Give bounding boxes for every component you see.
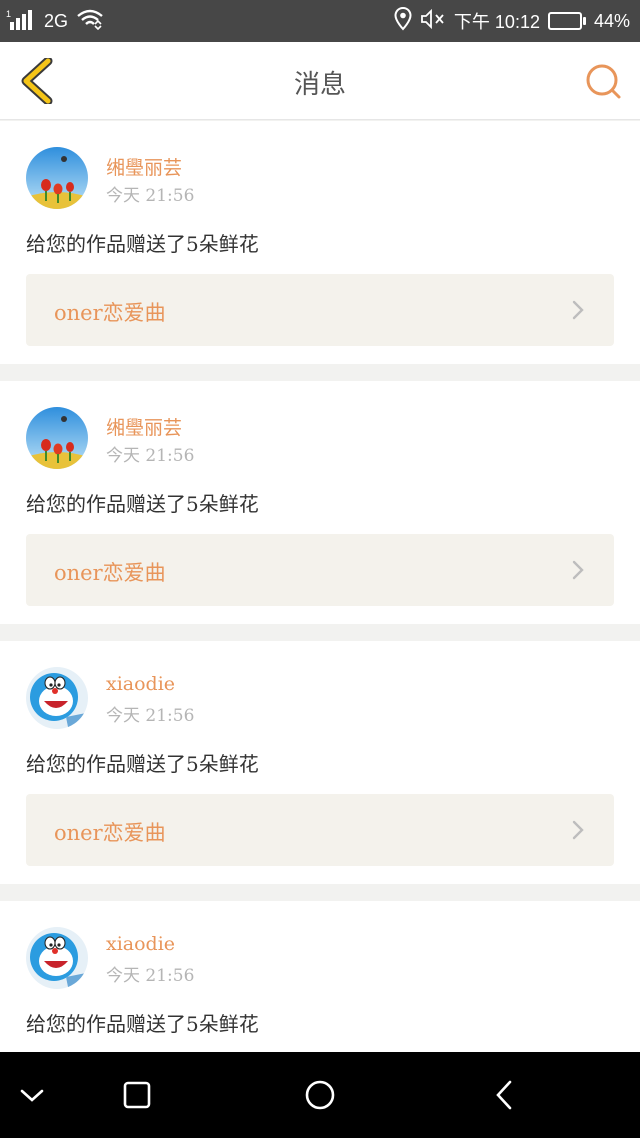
back-nav-button[interactable] <box>481 1072 527 1118</box>
recent-apps-button[interactable] <box>114 1072 160 1118</box>
sender-name[interactable]: xiaodie <box>106 673 175 695</box>
message-time: 今天 21:56 <box>106 966 195 986</box>
mute-icon <box>420 8 446 35</box>
status-left: 1 2G <box>6 8 104 35</box>
recent-apps-icon <box>123 1081 151 1109</box>
system-nav-bar <box>0 1052 640 1138</box>
message-list: 缃璺丽芸 今天 21:56 给您的作品赠送了5朵鲜花 oner恋爱曲 缃璺丽芸 … <box>0 121 640 1138</box>
home-icon <box>305 1080 335 1110</box>
message-card: 缃璺丽芸 今天 21:56 给您的作品赠送了5朵鲜花 oner恋爱曲 <box>0 121 640 364</box>
sender-name[interactable]: xiaodie <box>106 933 175 955</box>
collapse-button[interactable] <box>9 1072 55 1118</box>
signal-label: 1 <box>6 9 11 19</box>
chevron-right-icon <box>572 560 584 580</box>
tulip-avatar[interactable] <box>26 407 88 469</box>
sender-name[interactable]: 缃璺丽芸 <box>106 153 182 180</box>
chevron-right-icon <box>572 820 584 840</box>
message-time: 今天 21:56 <box>106 186 195 206</box>
message-time: 今天 21:56 <box>106 706 195 726</box>
status-right: 下午 10:12 44% <box>394 6 630 36</box>
doraemon-avatar[interactable] <box>26 927 88 989</box>
back-icon <box>496 1080 512 1110</box>
message-text: 给您的作品赠送了5朵鲜花 <box>26 1012 259 1036</box>
message-card: 缃璺丽芸 今天 21:56 给您的作品赠送了5朵鲜花 oner恋爱曲 <box>0 381 640 624</box>
message-text: 给您的作品赠送了5朵鲜花 <box>26 752 259 776</box>
status-bar: 1 2G 下午 10:12 44% <box>0 0 640 42</box>
work-title: oner恋爱曲 <box>54 301 166 325</box>
message-card: xiaodie 今天 21:56 给您的作品赠送了5朵鲜花 oner恋爱曲 <box>0 641 640 884</box>
battery-percent: 44% <box>593 10 630 31</box>
network-type: 2G <box>44 10 69 31</box>
battery-icon <box>547 12 586 30</box>
work-link[interactable]: oner恋爱曲 <box>26 274 614 346</box>
clock: 下午 10:12 <box>453 12 540 32</box>
battery-nub <box>582 17 586 25</box>
message-time: 今天 21:56 <box>106 446 195 466</box>
message-text: 给您的作品赠送了5朵鲜花 <box>26 232 259 256</box>
collapse-icon <box>20 1089 44 1102</box>
sender-name[interactable]: 缃璺丽芸 <box>106 413 182 440</box>
home-button[interactable] <box>297 1072 343 1118</box>
work-link[interactable]: oner恋爱曲 <box>26 534 614 606</box>
work-title: oner恋爱曲 <box>54 561 166 585</box>
chevron-right-icon <box>572 300 584 320</box>
work-title: oner恋爱曲 <box>54 821 166 845</box>
doraemon-avatar[interactable] <box>26 667 88 729</box>
battery-shell <box>547 12 582 30</box>
header-bar: 消息 <box>0 42 640 120</box>
signal-icon: 1 <box>6 8 36 35</box>
tulip-avatar[interactable] <box>26 147 88 209</box>
work-link[interactable]: oner恋爱曲 <box>26 794 614 866</box>
search-button[interactable] <box>582 60 626 104</box>
message-text: 给您的作品赠送了5朵鲜花 <box>26 492 259 516</box>
wifi-icon <box>76 8 104 35</box>
location-icon <box>394 6 412 36</box>
page-title: 消息 <box>293 70 346 100</box>
screen: 1 2G 下午 10:12 44% 消息 缃璺丽芸 今天 21:56 给您的作品… <box>0 0 640 1138</box>
search-icon <box>586 64 621 99</box>
